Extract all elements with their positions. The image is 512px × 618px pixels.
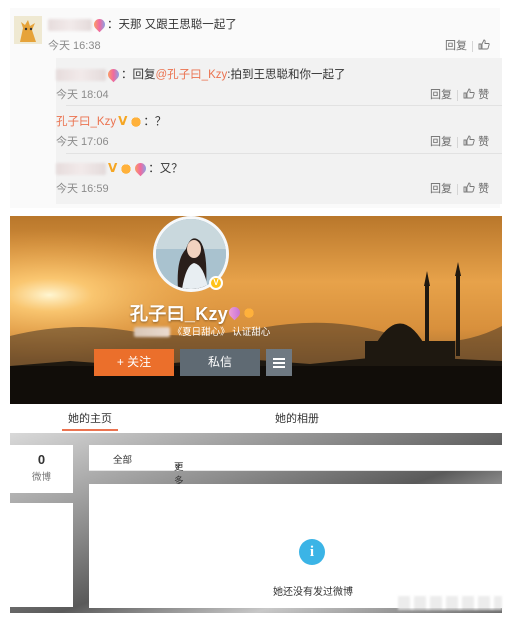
reply-divider [66,105,502,106]
reply-author[interactable]: 孔子曰_Kzy [56,116,116,128]
main-comment: ：天那 又跟王思聪一起了 [48,16,237,33]
feed-filter-bar: 全部 更多 ⌄ [89,445,502,487]
sidebar-panel [10,503,73,607]
blurred-username[interactable] [56,162,106,175]
tab-home[interactable]: 她的主页 [68,410,112,426]
profile-verification: 《夏日甜心》 认证甜心 [134,324,270,338]
reply-button[interactable]: 回复 [430,183,452,195]
thumbs-up-icon[interactable] [463,88,475,99]
message-button[interactable]: 私信 [180,349,260,376]
chevron-down-icon: ⌄ [174,459,182,470]
empty-message: 她还没有发过微博 [273,587,353,598]
member-badge-icon [105,67,122,83]
reply-actions: 回复 赞 [430,86,489,102]
divider [472,40,473,52]
reply-text: ：又？ [148,163,183,175]
thumbs-up-icon[interactable] [463,135,475,146]
feed-empty-state: i 她还没有发过微博 [89,484,502,608]
crown-icon[interactable] [243,307,255,319]
weibo-count-card[interactable]: 0 微博 [10,445,73,493]
verification-tag: 《夏日甜心》 [172,327,230,338]
reply-prefix: ：回复 [121,69,156,81]
emoji-icon [120,163,133,175]
reply-button[interactable]: 回复 [430,89,452,101]
reply-item: V ：又？ [56,160,183,177]
divider [457,136,458,148]
reply-divider [66,153,502,154]
blurred-username[interactable] [56,68,106,81]
reply-actions: 回复 赞 [430,133,489,149]
follow-button[interactable]: + 关注 [94,349,174,376]
weibo-count: 0 [37,452,46,467]
like-button[interactable]: 赞 [478,89,489,101]
member-level-icon[interactable] [226,305,243,321]
weibo-count-label: 微博 [31,472,51,483]
reply-text: ：？ [143,116,167,128]
profile-cover: V 孔子曰_Kzy 《夏日甜心》 认证甜心 + 关注 私信 [10,216,502,404]
info-icon: i [299,539,325,565]
like-button[interactable]: 赞 [478,183,489,195]
blurred-username[interactable] [48,18,92,31]
tab-album[interactable]: 她的相册 [275,410,319,426]
like-button[interactable]: 赞 [478,136,489,148]
blurred-info [134,327,170,338]
thumbs-up-icon[interactable] [478,39,490,50]
mention-link[interactable]: @孔子曰_Kzy [156,69,228,81]
reply-actions: 回复 赞 [430,180,489,196]
more-menu-icon[interactable] [266,349,292,376]
reply-item: 孔子曰_Kzy V ：？ [56,113,166,129]
divider [457,89,458,101]
profile-content: 0 微博 全部 更多 ⌄ i 她还没有发过微博 [10,433,502,613]
watermark [398,596,502,610]
verified-v-icon: V [118,114,128,128]
reply-time: 今天 18:04 [56,89,109,101]
verified-v-icon: V [108,161,118,175]
filter-all[interactable]: 全部 [113,452,132,466]
comment-time: 今天 16:38 [48,40,101,52]
comment-text: ：天那 又跟王思聪一起了 [107,19,237,31]
reply-time: 今天 17:06 [56,136,109,148]
member-badge-icon [133,161,149,177]
reply-button[interactable]: 回复 [445,37,490,53]
thumbs-up-icon[interactable] [463,182,475,193]
reply-item: ：回复@孔子曰_Kzy:拍到王思聪和你一起了 [56,66,346,83]
comment-thread: ：天那 又跟王思聪一起了 今天 16:38 回复 ：回复@孔子曰_Kzy:拍到王… [10,8,502,208]
active-tab-indicator [62,429,118,431]
reply-text: :拍到王思聪和你一起了 [227,69,346,81]
emoji-icon [130,116,143,128]
name-badges [226,305,256,321]
divider [457,183,458,195]
commenter-avatar[interactable] [14,16,42,44]
member-badge-icon [91,17,108,33]
verification-role: 认证甜心 [232,327,271,338]
reply-time: 今天 16:59 [56,183,109,195]
verified-badge-icon: V [209,276,223,290]
profile-tabs: 她的主页 她的相册 [10,404,502,432]
profile-name: 孔子曰_Kzy [130,304,229,324]
reply-button[interactable]: 回复 [430,136,452,148]
